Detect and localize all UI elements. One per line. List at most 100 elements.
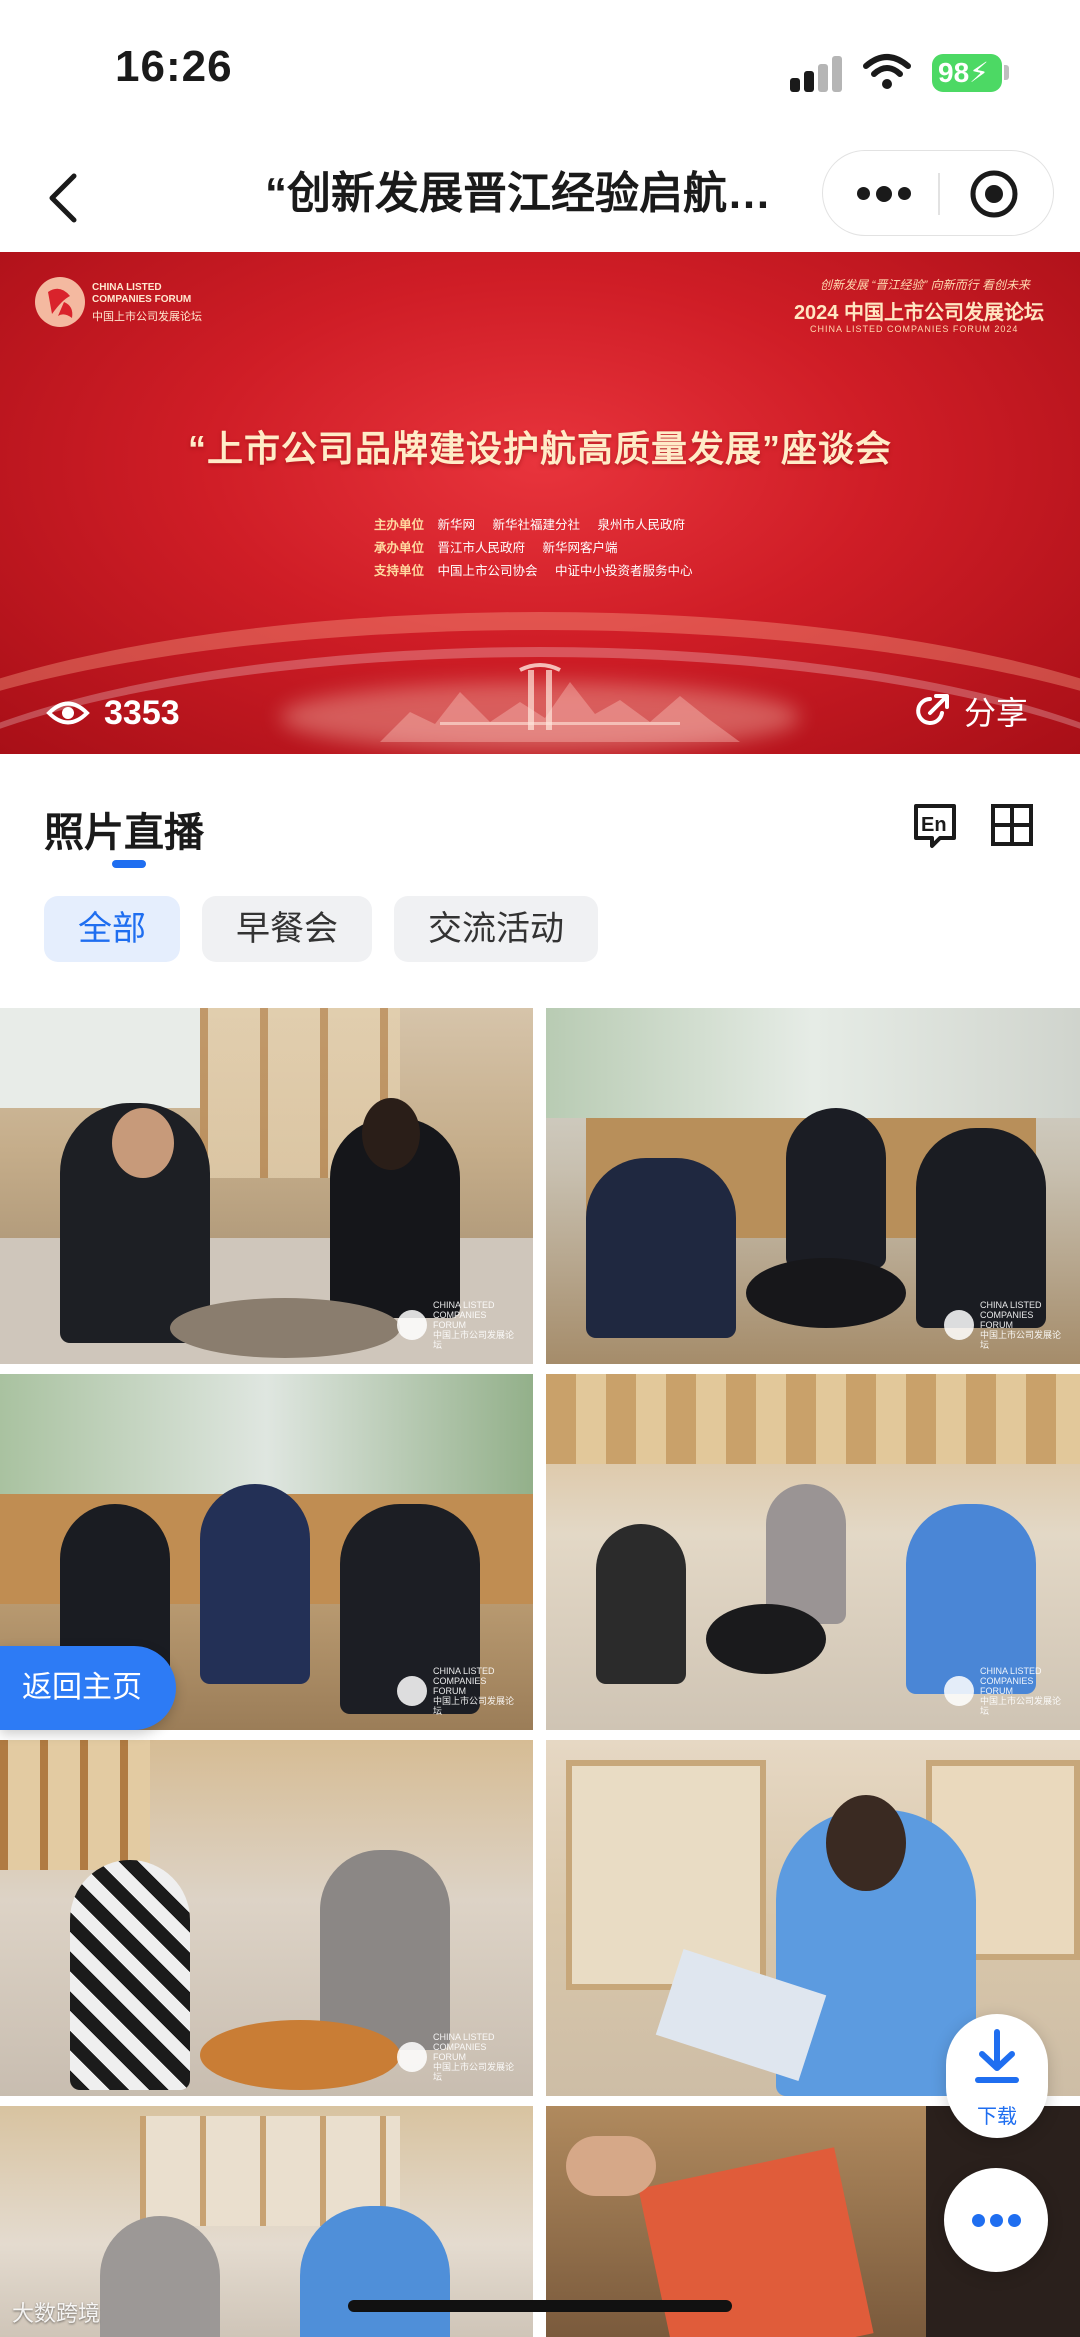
page-title: “创新发展晋江经验启航… — [265, 169, 771, 218]
credit-org: 泉州市人民政府 — [597, 518, 686, 532]
photo-person-head — [112, 1108, 174, 1178]
watermark-logo — [944, 1310, 974, 1340]
forum-logo-english: CHINA LISTED COMPANIES FORUM — [92, 282, 192, 305]
dot — [1008, 2214, 1021, 2227]
more-options-button[interactable] — [823, 151, 938, 237]
photo-person — [596, 1524, 686, 1684]
download-label: 下载 — [977, 2106, 1017, 2128]
home-indicator[interactable] — [348, 2300, 732, 2312]
photo-window — [546, 1008, 1080, 1118]
credit-org: 晋江市人民政府 — [437, 541, 526, 555]
charging-icon: ⚡ — [969, 57, 989, 88]
photo-shelf — [0, 1740, 150, 1870]
photo-person — [586, 1158, 736, 1338]
forum-slogan: 创新发展 “晋江经验” 向新而行 看创未来 — [820, 278, 1030, 292]
share-button[interactable]: 分享 — [912, 684, 1028, 738]
city-skyline-graphic — [380, 663, 740, 742]
credit-label: 承办单位 — [374, 541, 425, 555]
photo-watermark: CHINA LISTED COMPANIES FORUM 中国上市公司发展论坛 — [944, 1666, 1066, 1716]
more-actions-button[interactable] — [944, 2168, 1048, 2272]
photo-thumbnail[interactable]: CHINA LISTED COMPANIES FORUM 中国上市公司发展论坛 — [0, 1740, 533, 2096]
download-icon — [975, 2029, 1019, 2083]
photo-thumbnail[interactable]: CHINA LISTED COMPANIES FORUM 中国上市公司发展论坛 — [546, 1008, 1080, 1364]
watermark-logo — [397, 1310, 427, 1340]
dot — [990, 2214, 1003, 2227]
photo-table — [200, 2020, 400, 2090]
source-watermark: 大数跨境 — [12, 2301, 101, 2326]
wifi-icon — [863, 54, 911, 89]
back-to-home-button[interactable]: 返回主页 — [0, 1646, 176, 1730]
event-banner: CHINA LISTED COMPANIES FORUM 中国上市公司发展论坛 … — [0, 252, 1080, 754]
photo-person — [200, 1484, 310, 1684]
forum-name-english: CHINA LISTED COMPANIES FORUM 2024 — [810, 324, 1019, 334]
photo-person — [70, 1860, 190, 2090]
nav-bar: “创新发展晋江经验启航… — [0, 140, 1080, 252]
watermark-text: CHINA LISTED COMPANIES FORUM 中国上市公司发展论坛 — [433, 1300, 515, 1350]
battery-tip — [1004, 65, 1009, 80]
event-headline: “上市公司品牌建设护航高质量发展”座谈会 — [187, 428, 892, 469]
target-close-icon — [970, 170, 1018, 218]
credit-row: 主办单位 新华网 新华社福建分社 泉州市人民政府 — [374, 514, 707, 537]
photo-table — [746, 1258, 906, 1328]
watermark-logo — [944, 1676, 974, 1706]
dot — [898, 187, 911, 200]
photo-person — [766, 1484, 846, 1624]
credit-org: 新华网客户端 — [542, 541, 618, 555]
share-icon — [916, 694, 949, 725]
eye-icon — [46, 701, 90, 725]
credit-org: 新华网 — [437, 518, 476, 532]
tab-exchange[interactable]: 交流活动 — [394, 896, 598, 962]
watermark-text: CHINA LISTED COMPANIES FORUM 中国上市公司发展论坛 — [433, 2032, 515, 2082]
photo-table — [170, 1298, 400, 1358]
credit-row: 承办单位 晋江市人民政府 新华网客户端 — [374, 537, 707, 560]
photo-person-head — [362, 1098, 420, 1170]
grid-layout-button[interactable] — [988, 800, 1036, 850]
miniprogram-capsule — [822, 150, 1054, 236]
dot — [857, 187, 870, 200]
tab-breakfast[interactable]: 早餐会 — [202, 896, 372, 962]
photo-thumbnail[interactable]: CHINA LISTED COMPANIES FORUM 中国上市公司发展论坛 — [0, 1008, 533, 1364]
watermark-logo — [397, 2042, 427, 2072]
photo-person — [786, 1108, 886, 1268]
battery-indicator: 98⚡ — [932, 54, 1002, 92]
photo-person — [300, 2206, 450, 2337]
photo-person — [320, 1850, 450, 2050]
english-translate-icon: En — [914, 804, 956, 848]
view-count-value: 3353 — [104, 693, 180, 732]
photo-person — [916, 1128, 1046, 1328]
status-time: 16:26 — [115, 42, 233, 91]
watermark-text: CHINA LISTED COMPANIES FORUM 中国上市公司发展论坛 — [433, 1666, 515, 1716]
tab-all[interactable]: 全部 — [44, 896, 180, 962]
forum-name: 2024 中国上市公司发展论坛 — [793, 302, 1044, 324]
photo-display-case — [566, 1760, 766, 1990]
battery-level: 98 — [938, 57, 970, 88]
forum-logo-icon — [35, 277, 85, 327]
photo-window — [0, 1008, 200, 1108]
language-toggle-button[interactable]: En — [910, 800, 960, 850]
credit-row: 支持单位 中国上市公司协会 中证中小投资者服务中心 — [374, 560, 707, 583]
watermark-text: CHINA LISTED COMPANIES FORUM 中国上市公司发展论坛 — [980, 1300, 1062, 1350]
credit-label: 主办单位 — [374, 518, 425, 532]
watermark-text: CHINA LISTED COMPANIES FORUM 中国上市公司发展论坛 — [980, 1666, 1062, 1716]
organizer-credits: 主办单位 新华网 新华社福建分社 泉州市人民政府 承办单位 晋江市人民政府 新华… — [374, 514, 707, 583]
section-title: 照片直播 — [44, 811, 204, 855]
photo-watermark: CHINA LISTED COMPANIES FORUM 中国上市公司发展论坛 — [397, 2032, 519, 2082]
chevron-left-icon — [49, 173, 77, 223]
download-button[interactable]: 下载 — [946, 2014, 1048, 2138]
photo-wall — [546, 1374, 1080, 1464]
photo-person-head — [826, 1795, 906, 1891]
watermark-logo — [397, 1676, 427, 1706]
title-underline — [112, 860, 146, 868]
back-button[interactable] — [36, 162, 96, 232]
photo-table — [706, 1604, 826, 1674]
photo-thumbnail[interactable]: CHINA LISTED COMPANIES FORUM 中国上市公司发展论坛 — [546, 1374, 1080, 1730]
view-count: 3353 — [46, 688, 180, 738]
dot — [972, 2214, 985, 2227]
close-miniprogram-button[interactable] — [939, 151, 1055, 237]
photo-hand — [566, 2136, 656, 2196]
dot — [876, 186, 892, 202]
credit-label: 支持单位 — [374, 564, 425, 578]
share-label: 分享 — [964, 695, 1029, 731]
status-bar: 16:26 98⚡ — [0, 0, 1080, 140]
svg-text:En: En — [921, 814, 947, 836]
